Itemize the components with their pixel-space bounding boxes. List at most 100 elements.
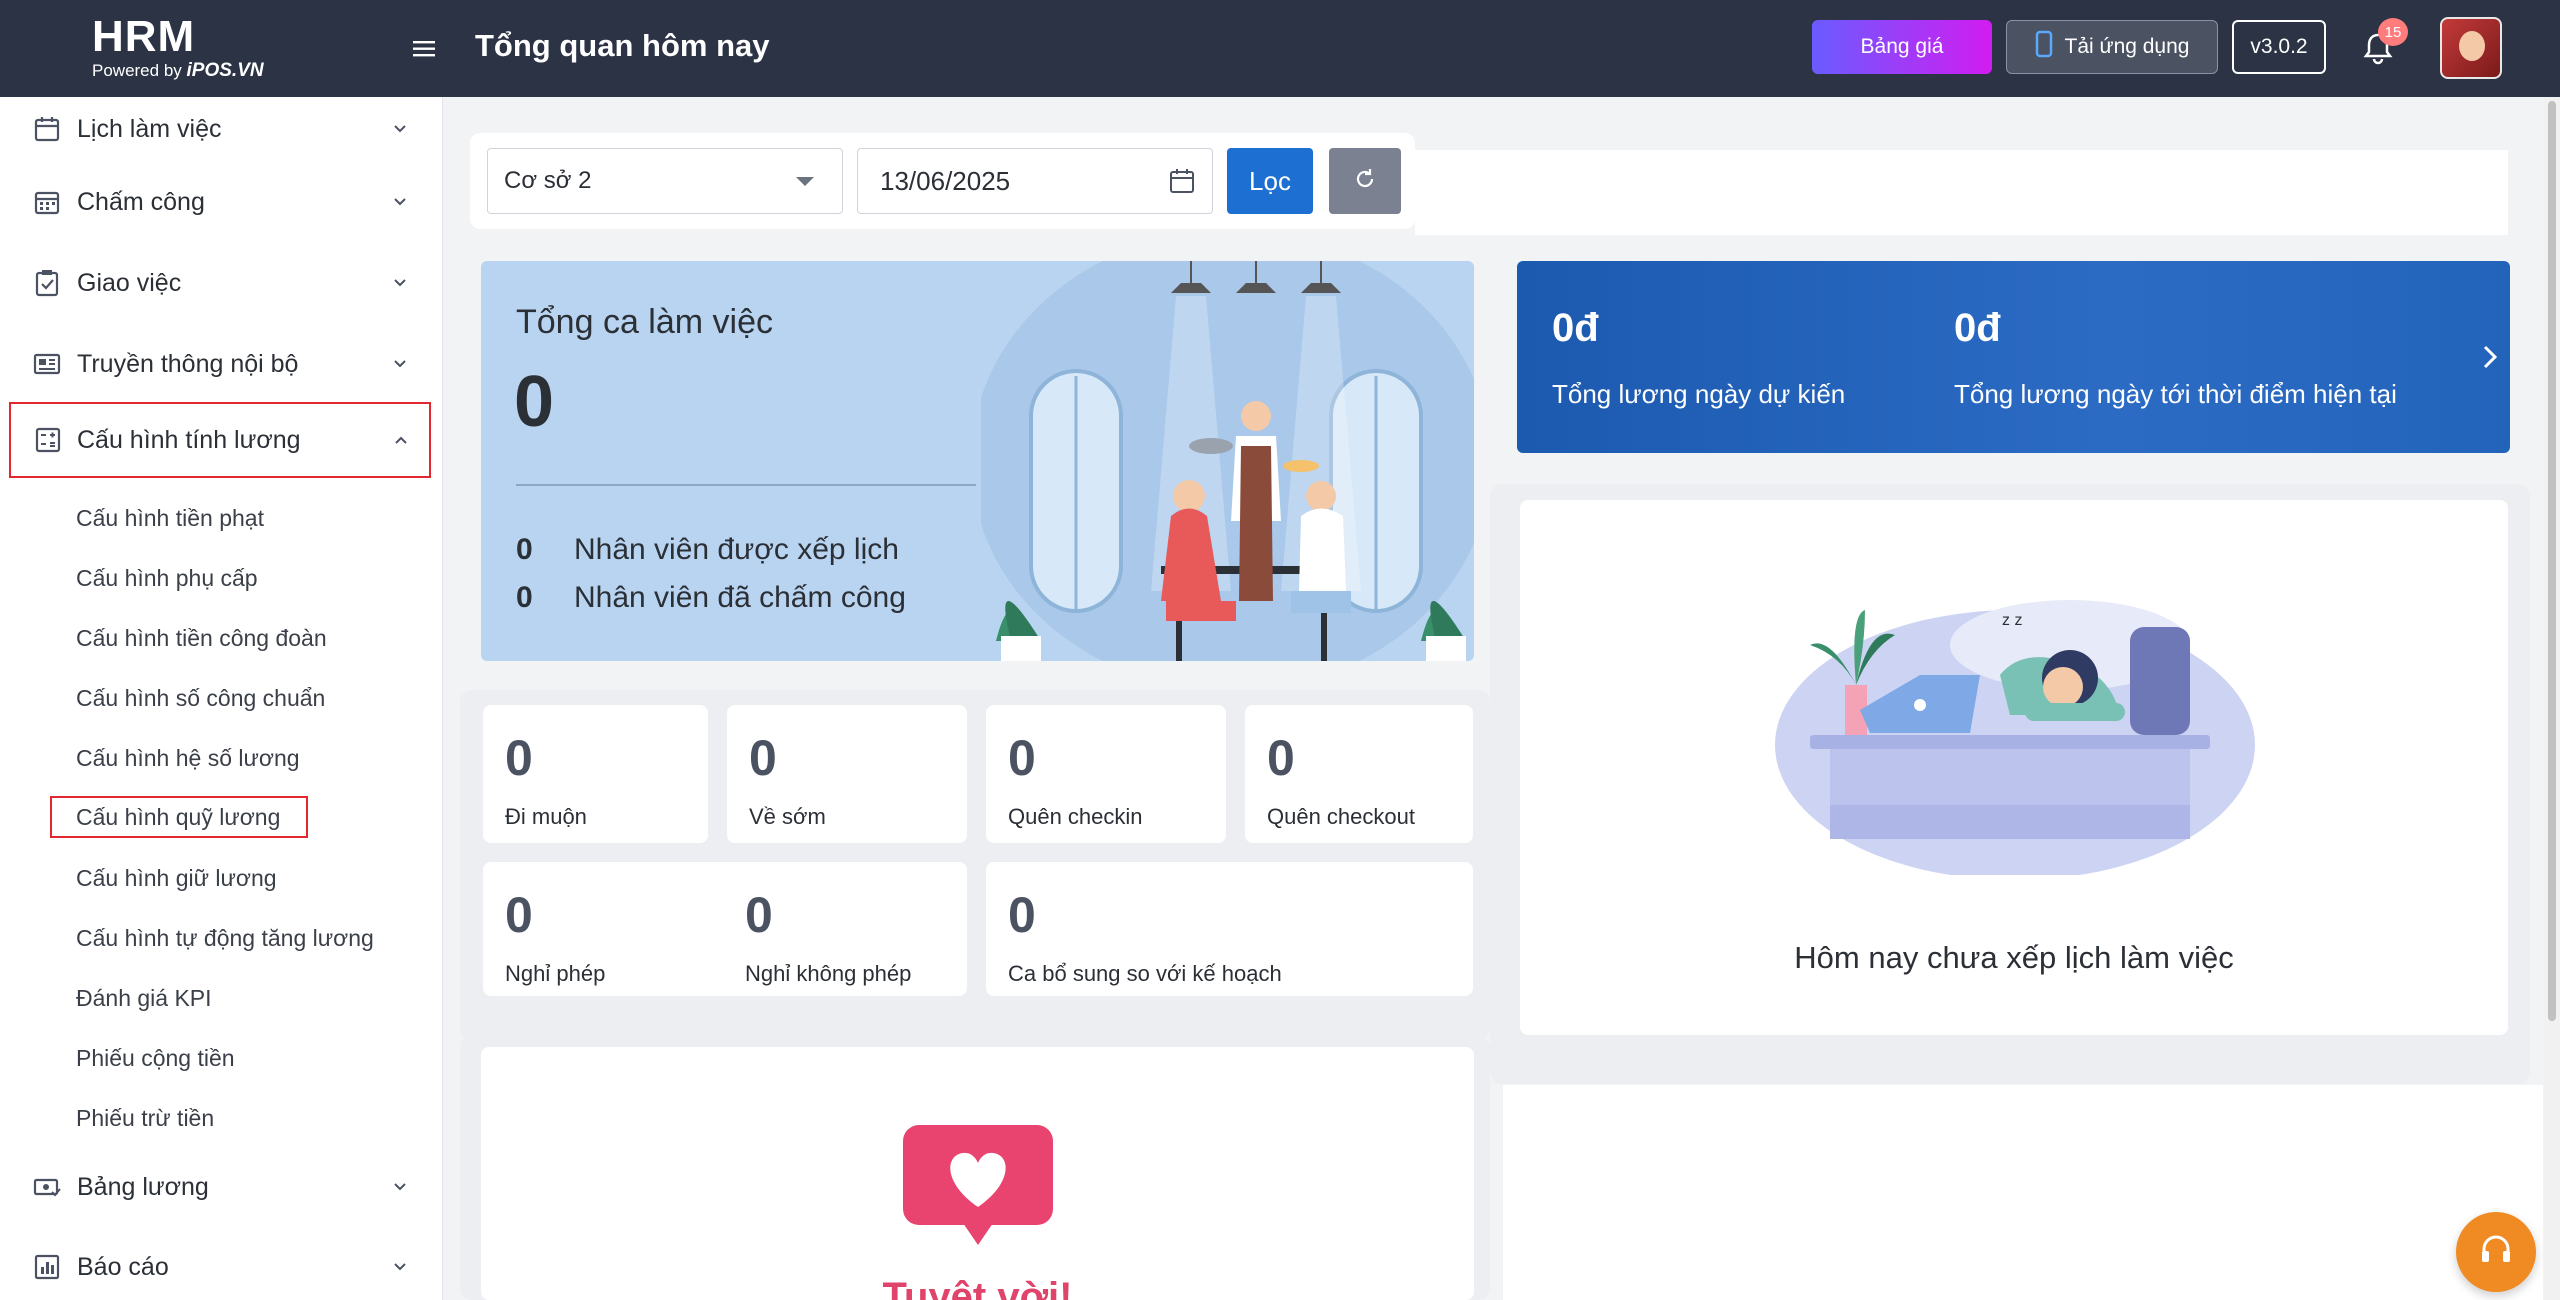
version-button[interactable]: v3.0.2 (2232, 20, 2326, 74)
stat-label: Quên checkout (1267, 804, 1415, 829)
subitem-salary-coefficient-config[interactable]: Cấu hình hệ số lương (76, 738, 300, 778)
sidebar: Lịch làm việc Chấm công Giao việc Truyền… (0, 97, 443, 1300)
sidebar-item-timekeeping[interactable]: Chấm công (0, 170, 443, 234)
stat-extra-shift[interactable]: 0 Ca bổ sung so với kế hoạch (986, 862, 1473, 996)
scrollbar-thumb[interactable] (2548, 101, 2556, 1021)
chevron-right-icon[interactable] (2477, 341, 2503, 373)
avatar-face (2459, 31, 2485, 61)
salary-summary-card[interactable]: 0đ Tổng lương ngày dự kiến 0đ Tổng lương… (1517, 261, 2510, 453)
sidebar-item-communication[interactable]: Truyền thông nội bộ (0, 332, 443, 396)
restaurant-illustration (981, 261, 1474, 661)
headset-icon (2476, 1230, 2516, 1275)
stat-missing-checkout[interactable]: 0 Quên checkout (1245, 705, 1473, 843)
caret-down-icon (796, 177, 814, 186)
right-lower-panel (1503, 1085, 2543, 1300)
notification-badge: 15 (2378, 18, 2408, 46)
chevron-down-icon (390, 119, 410, 139)
stat-late[interactable]: 0 Đi muộn (483, 705, 708, 843)
subitem-auto-raise-config[interactable]: Cấu hình tự động tăng lương (76, 918, 374, 958)
chevron-down-icon (390, 1257, 410, 1277)
calendar-icon (1166, 165, 1198, 197)
stat-value: 0 (745, 887, 773, 943)
chevron-down-icon (390, 1177, 410, 1197)
sidebar-item-reports[interactable]: Báo cáo (0, 1235, 443, 1299)
chevron-down-icon (390, 192, 410, 212)
subitem-salary-hold-config[interactable]: Cấu hình giữ lương (76, 858, 277, 898)
stat-value: 0 (505, 730, 533, 786)
sidebar-item-label: Bảng lương (77, 1172, 209, 1201)
svg-text:z z: z z (2002, 612, 2022, 629)
stat-label: Nghỉ phép (505, 961, 606, 986)
sidebar-item-label: Giao việc (77, 268, 182, 297)
stat-label: Ca bổ sung so với kế hoạch (1008, 961, 1282, 986)
chevron-down-icon (390, 354, 410, 374)
logo-powered: Powered by iPOS.VN (92, 60, 264, 82)
page-scrollbar[interactable] (2544, 97, 2560, 1300)
today-schedule-card: z z Hôm nay chưa xếp lịch làm việc (1520, 500, 2508, 1035)
support-button[interactable] (2456, 1212, 2536, 1292)
stat-value: 0 (1008, 730, 1036, 786)
expected-salary-label: Tổng lương ngày dự kiến (1552, 379, 1846, 409)
subitem-allowance-config[interactable]: Cấu hình phụ cấp (76, 558, 258, 598)
page-title: Tổng quan hôm nay (475, 28, 770, 63)
bar-chart-icon (32, 1252, 62, 1282)
subitem-union-fee-config[interactable]: Cấu hình tiền công đoàn (76, 618, 327, 658)
sidebar-item-payroll[interactable]: Bảng lương (0, 1155, 443, 1219)
menu-toggle-icon[interactable] (410, 34, 440, 64)
total-shifts-card: Tổng ca làm việc 0 0 Nhân viên được xếp l… (481, 261, 1474, 661)
sidebar-item-label: Chấm công (77, 187, 205, 216)
total-shifts-value: 0 (514, 362, 555, 442)
heart-message-icon (903, 1125, 1053, 1245)
money-icon (32, 1172, 62, 1202)
scheduled-employees-count: 0 (516, 533, 533, 566)
top-header: HRM Powered by iPOS.VN Tổng quan hôm nay… (0, 0, 2560, 97)
branch-select[interactable]: Cơ sở 2 (487, 148, 843, 214)
subitem-salary-fund-config[interactable]: Cấu hình quỹ lương (50, 796, 308, 838)
great-job-card: Tuyệt vời! (481, 1047, 1474, 1300)
subitem-bonus-voucher[interactable]: Phiếu cộng tiền (76, 1038, 235, 1078)
checked-in-employees-count: 0 (516, 581, 533, 614)
sidebar-item-label: Cấu hình tính lương (77, 425, 301, 454)
calendar-icon (32, 114, 62, 144)
filter-button[interactable]: Lọc (1227, 148, 1313, 214)
download-app-label: Tải ứng dụng (2064, 35, 2190, 58)
date-picker-value: 13/06/2025 (880, 165, 1011, 196)
stat-value: 0 (1267, 730, 1295, 786)
download-app-button[interactable]: Tải ứng dụng (2006, 20, 2218, 74)
sidebar-item-label: Báo cáo (77, 1252, 169, 1281)
logo-brand: iPOS.VN (186, 60, 264, 81)
stat-label: Nghỉ không phép (745, 961, 912, 986)
sidebar-item-label: Truyền thông nội bộ (77, 349, 299, 378)
avatar[interactable] (2440, 17, 2502, 79)
clipboard-check-icon (32, 268, 62, 298)
logo-powered-label: Powered by (92, 61, 182, 80)
sidebar-item-label: Lịch làm việc (77, 114, 222, 143)
subitem-kpi-evaluation[interactable]: Đánh giá KPI (76, 978, 212, 1018)
no-schedule-text: Hôm nay chưa xếp lịch làm việc (1794, 940, 2234, 975)
great-job-text: Tuyệt vời! (882, 1275, 1073, 1300)
pricing-button[interactable]: Bảng giá (1812, 20, 1992, 74)
scheduled-employees-row: 0 Nhân viên được xếp lịch (516, 533, 899, 567)
subitem-deduction-voucher[interactable]: Phiếu trừ tiền (76, 1098, 214, 1138)
phone-icon (2035, 30, 2053, 64)
stat-early-leave[interactable]: 0 Về sớm (727, 705, 967, 843)
calendar-grid-icon (32, 187, 62, 217)
refresh-button[interactable] (1329, 148, 1401, 214)
stat-value: 0 (505, 887, 533, 943)
stat-label: Đi muộn (505, 804, 587, 829)
sidebar-item-schedule[interactable]: Lịch làm việc (0, 97, 443, 161)
scheduled-employees-label: Nhân viên được xếp lịch (574, 533, 899, 566)
stat-missing-checkin[interactable]: 0 Quên checkin (986, 705, 1226, 843)
calculator-icon (33, 425, 63, 455)
expected-salary-value: 0đ (1552, 306, 1599, 350)
divider (516, 484, 976, 486)
sidebar-item-salary-config[interactable]: Cấu hình tính lương (9, 402, 431, 478)
hrm-logo[interactable]: HRM Powered by iPOS.VN (92, 14, 264, 82)
subitem-penalty-config[interactable]: Cấu hình tiền phạt (76, 498, 264, 538)
refresh-icon (1352, 166, 1378, 197)
subitem-standard-workdays-config[interactable]: Cấu hình số công chuẩn (76, 678, 325, 718)
logo-text: HRM (92, 12, 196, 61)
sidebar-item-tasks[interactable]: Giao việc (0, 251, 443, 315)
chevron-down-icon (390, 273, 410, 293)
date-picker[interactable]: 13/06/2025 (857, 148, 1213, 214)
